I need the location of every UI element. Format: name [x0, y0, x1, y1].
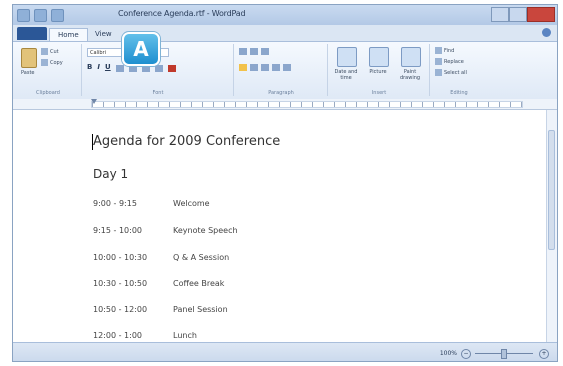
italic-button[interactable]: I: [97, 63, 100, 72]
ribbon-tabs: Home View: [13, 25, 557, 41]
cut-button[interactable]: Cut: [41, 48, 59, 55]
select-all-button[interactable]: Select all: [435, 69, 467, 76]
replace-label: Replace: [444, 59, 464, 65]
bold-button[interactable]: B: [87, 63, 92, 72]
font-color-icon[interactable]: [167, 65, 176, 72]
window-title: Conference Agenda.rtf - WordPad: [118, 9, 246, 18]
agenda-row: 10:30 - 10:50 Coffee Break: [93, 279, 224, 288]
agenda-row: 9:00 - 9:15 Welcome: [93, 199, 210, 208]
bullets-icon[interactable]: [261, 48, 269, 55]
status-bar: 100% − +: [13, 342, 557, 361]
agenda-row: 10:50 - 12:00 Panel Session: [93, 305, 228, 314]
decrease-indent-icon[interactable]: [239, 48, 247, 55]
find-icon: [435, 47, 442, 54]
agenda-event: Q & A Session: [173, 253, 230, 262]
paint-drawing-icon[interactable]: [401, 47, 421, 67]
zoom-level: 100%: [439, 350, 457, 357]
undo-icon[interactable]: [34, 9, 47, 22]
paste-button-label[interactable]: Paste: [21, 70, 35, 76]
agenda-time: 9:15 - 10:00: [93, 226, 142, 235]
agenda-row: 9:15 - 10:00 Keynote Speech: [93, 226, 238, 235]
copy-icon: [41, 59, 48, 66]
paragraph-settings-icon[interactable]: [283, 64, 291, 71]
agenda-row: 10:00 - 10:30 Q & A Session: [93, 253, 229, 262]
replace-icon: [435, 58, 442, 65]
align-center-icon[interactable]: [250, 64, 258, 71]
agenda-time: 10:30 - 10:50: [93, 279, 148, 288]
increase-indent-icon[interactable]: [250, 48, 258, 55]
save-icon[interactable]: [17, 9, 30, 22]
window-controls: [491, 7, 555, 22]
maximize-button[interactable]: [509, 7, 527, 22]
copy-button[interactable]: Copy: [41, 59, 63, 66]
strikethrough-icon[interactable]: [115, 65, 124, 72]
insert-group-label: Insert: [371, 90, 387, 96]
find-label: Find: [444, 48, 455, 54]
cut-icon: [41, 48, 48, 55]
zoom-slider-thumb[interactable]: [501, 349, 507, 359]
picture-icon[interactable]: [369, 47, 389, 67]
editing-group-label: Editing: [450, 90, 468, 96]
title-bar: Conference Agenda.rtf - WordPad: [13, 5, 557, 25]
indent-marker[interactable]: [91, 99, 97, 104]
file-menu-button[interactable]: [17, 27, 47, 40]
agenda-event: Coffee Break: [173, 279, 225, 288]
day-heading: Day 1: [93, 167, 129, 181]
close-button[interactable]: [527, 7, 555, 22]
ruler: [13, 99, 557, 110]
font-group-label: Font: [152, 90, 164, 96]
find-button[interactable]: Find: [435, 47, 454, 54]
zoom-out-icon[interactable]: −: [461, 349, 471, 359]
paragraph-group-label: Paragraph: [268, 90, 294, 96]
help-icon[interactable]: [542, 28, 551, 37]
tab-home[interactable]: Home: [49, 28, 88, 41]
agenda-row: 12:00 - 1:00 Lunch: [93, 331, 197, 340]
agenda-time: 12:00 - 1:00: [93, 331, 142, 340]
replace-button[interactable]: Replace: [435, 58, 464, 65]
agenda-time: 10:50 - 12:00: [93, 305, 148, 314]
agenda-time: 10:00 - 10:30: [93, 253, 148, 262]
clipboard-group: Paste Cut Copy Clipboard: [15, 44, 82, 96]
paste-icon[interactable]: [21, 48, 37, 68]
editing-group: Find Replace Select all Editing: [431, 44, 487, 96]
datetime-button-label[interactable]: Date and time: [332, 69, 360, 81]
tab-view[interactable]: View: [87, 28, 120, 40]
redo-icon[interactable]: [51, 9, 64, 22]
agenda-event: Welcome: [173, 199, 210, 208]
zoom-in-icon[interactable]: +: [539, 349, 549, 359]
document-heading: Agenda for 2009 Conference: [93, 134, 281, 149]
highlight-icon[interactable]: [154, 65, 163, 72]
alignment-buttons: [239, 64, 291, 71]
step-callout-badge: A: [122, 32, 160, 66]
cut-label: Cut: [50, 49, 59, 55]
align-left-icon[interactable]: [239, 64, 247, 71]
scrollbar-thumb[interactable]: [548, 130, 555, 250]
agenda-time: 9:00 - 9:15: [93, 199, 137, 208]
wordpad-window: Conference Agenda.rtf - WordPad Home Vie…: [12, 4, 558, 362]
superscript-icon[interactable]: [141, 65, 150, 72]
agenda-event: Panel Session: [173, 305, 228, 314]
datetime-icon[interactable]: [337, 47, 357, 67]
ruler-track: [91, 101, 523, 108]
align-right-icon[interactable]: [261, 64, 269, 71]
justify-icon[interactable]: [272, 64, 280, 71]
insert-group: Date and time Picture Paint drawing Inse…: [329, 44, 430, 96]
ribbon: Paste Cut Copy Clipboard Calibri 20 B I …: [13, 41, 557, 100]
underline-button[interactable]: U: [105, 63, 111, 72]
subscript-icon[interactable]: [128, 65, 137, 72]
picture-button-label[interactable]: Picture: [364, 69, 392, 75]
minimize-button[interactable]: [491, 7, 509, 22]
font-family-select[interactable]: Calibri: [87, 48, 127, 57]
select-all-label: Select all: [444, 70, 467, 76]
paragraph-group: Paragraph: [235, 44, 328, 96]
clipboard-group-label: Clipboard: [36, 90, 60, 96]
agenda-event: Keynote Speech: [173, 226, 238, 235]
agenda-event: Lunch: [173, 331, 197, 340]
list-buttons: [239, 48, 269, 55]
vertical-scrollbar[interactable]: [546, 110, 557, 342]
quick-access-toolbar: [17, 9, 64, 22]
copy-label: Copy: [50, 60, 63, 66]
select-all-icon: [435, 69, 442, 76]
paint-drawing-button-label[interactable]: Paint drawing: [396, 69, 424, 81]
